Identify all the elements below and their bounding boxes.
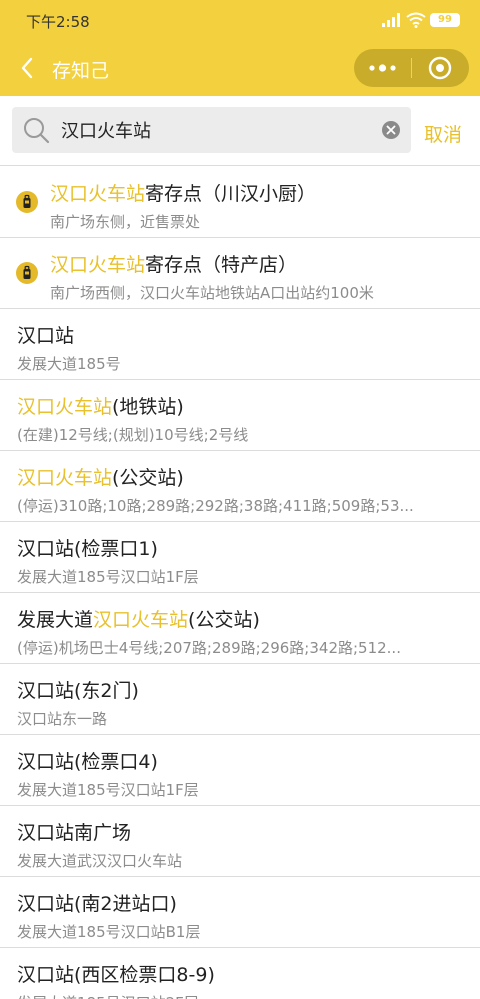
result-address: 发展大道185号汉口站1F层	[17, 781, 199, 799]
search-result-row[interactable]: 汉口站(东2门) 汉口站东一路	[0, 664, 480, 735]
result-address: 汉口站东一路	[17, 710, 108, 728]
result-address: 发展大道185号汉口站B1层	[17, 923, 201, 941]
luggage-pin-icon	[16, 191, 38, 213]
search-box[interactable]	[12, 107, 411, 153]
search-result-row[interactable]: 汉口火车站(地铁站) (在建)12号线;(规划)10号线;2号线	[0, 380, 480, 451]
result-title: 汉口火车站寄存点（川汉小厨）	[50, 179, 316, 206]
result-address: 发展大道185号汉口站2F层	[17, 992, 457, 999]
result-title-text: 汉口站(检票口4)	[17, 751, 158, 773]
battery-icon: 99	[430, 13, 460, 27]
search-result-row[interactable]: 发展大道汉口火车站(公交站) (停运)机场巴士4号线;207路;289路;296…	[0, 593, 480, 664]
search-result-row[interactable]: 汉口火车站寄存点（川汉小厨） 南广场东侧，近售票处	[0, 167, 480, 238]
search-result-row[interactable]: 汉口火车站寄存点（特产店） 南广场西侧，汉口火车站地铁站A口出站约100米	[0, 238, 480, 309]
search-input[interactable]	[61, 115, 371, 145]
search-bar: 取消	[0, 96, 480, 166]
more-dots-icon[interactable]	[354, 49, 411, 87]
result-address: 南广场西侧，汉口火车站地铁站A口出站约100米	[50, 284, 374, 302]
result-title-highlight: 汉口火车站	[93, 609, 189, 631]
result-title-highlight: 汉口火车站	[17, 467, 113, 489]
signal-icon	[382, 13, 400, 27]
wifi-icon	[406, 12, 426, 28]
result-address: 发展大道武汉汉口火车站	[17, 852, 183, 870]
result-address: (在建)12号线;(规划)10号线;2号线	[17, 426, 249, 444]
search-results-list: 汉口火车站寄存点（川汉小厨） 南广场东侧，近售票处 汉口火车站寄存点（特产店） …	[0, 167, 480, 999]
result-title-highlight: 汉口火车站	[17, 396, 113, 418]
search-result-row[interactable]: 汉口站 发展大道185号	[0, 309, 480, 380]
result-title: 汉口站(检票口1)	[17, 534, 158, 561]
nav-bar: 存知己	[0, 40, 480, 96]
result-address: 发展大道185号	[17, 355, 121, 373]
result-address: 南广场东侧，近售票处	[50, 213, 201, 231]
search-result-row[interactable]: 汉口火车站(公交站) (停运)310路;10路;289路;292路;38路;41…	[0, 451, 480, 522]
result-title-text: 汉口站	[17, 325, 75, 347]
result-title-suffix: (公交站)	[112, 467, 184, 489]
result-title: 汉口火车站(公交站)	[17, 463, 184, 490]
result-title-text: 汉口站(东2门)	[17, 680, 139, 702]
result-title-text: 汉口站(检票口1)	[17, 538, 158, 560]
page-title: 存知己	[52, 60, 110, 82]
result-title-highlight: 汉口火车站	[50, 183, 146, 205]
status-bar: 下午2:58 99	[0, 0, 480, 40]
cancel-button[interactable]: 取消	[424, 120, 462, 147]
status-time: 下午2:58	[26, 13, 90, 31]
luggage-pin-icon	[16, 262, 38, 284]
result-address: (停运)310路;10路;289路;292路;38路;411路;509路;53.…	[17, 497, 414, 515]
result-title: 汉口站南广场	[17, 818, 131, 845]
miniprogram-capsule	[354, 49, 469, 87]
result-title-suffix: 寄存点（川汉小厨）	[145, 183, 317, 205]
search-result-row[interactable]: 汉口站(南2进站口) 发展大道185号汉口站B1层	[0, 877, 480, 948]
result-title: 汉口站(西区检票口8-9)	[17, 960, 215, 987]
result-title: 汉口火车站(地铁站)	[17, 392, 184, 419]
result-title-highlight: 汉口火车站	[50, 254, 146, 276]
result-title: 汉口站	[17, 321, 74, 348]
search-result-row[interactable]: 汉口站南广场 发展大道武汉汉口火车站	[0, 806, 480, 877]
back-arrow-icon[interactable]	[14, 54, 42, 82]
result-title-text: 汉口站南广场	[17, 822, 132, 844]
result-title: 发展大道汉口火车站(公交站)	[17, 605, 260, 632]
search-result-row[interactable]: 汉口站(西区检票口8-9) 发展大道185号汉口站2F层	[0, 948, 480, 999]
result-title-suffix: (公交站)	[188, 609, 260, 631]
result-title: 汉口火车站寄存点（特产店）	[50, 250, 297, 277]
result-title-suffix: 寄存点（特产店）	[145, 254, 298, 276]
close-target-icon[interactable]	[412, 49, 469, 87]
result-title: 汉口站(检票口4)	[17, 747, 158, 774]
result-title: 汉口站(东2门)	[17, 676, 139, 703]
result-address: 发展大道185号汉口站1F层	[17, 568, 199, 586]
clear-icon[interactable]	[382, 121, 400, 139]
result-title-suffix: (地铁站)	[112, 396, 184, 418]
result-title-text: 汉口站(南2进站口)	[17, 893, 177, 915]
result-title-text: 汉口站(西区检票口8-9)	[17, 964, 215, 986]
result-title-text: 发展大道	[17, 609, 94, 631]
search-result-row[interactable]: 汉口站(检票口1) 发展大道185号汉口站1F层	[0, 522, 480, 593]
result-address: (停运)机场巴士4号线;207路;289路;296路;342路;512...	[17, 639, 401, 657]
search-icon	[24, 118, 50, 144]
search-result-row[interactable]: 汉口站(检票口4) 发展大道185号汉口站1F层	[0, 735, 480, 806]
result-title: 汉口站(南2进站口)	[17, 889, 177, 916]
